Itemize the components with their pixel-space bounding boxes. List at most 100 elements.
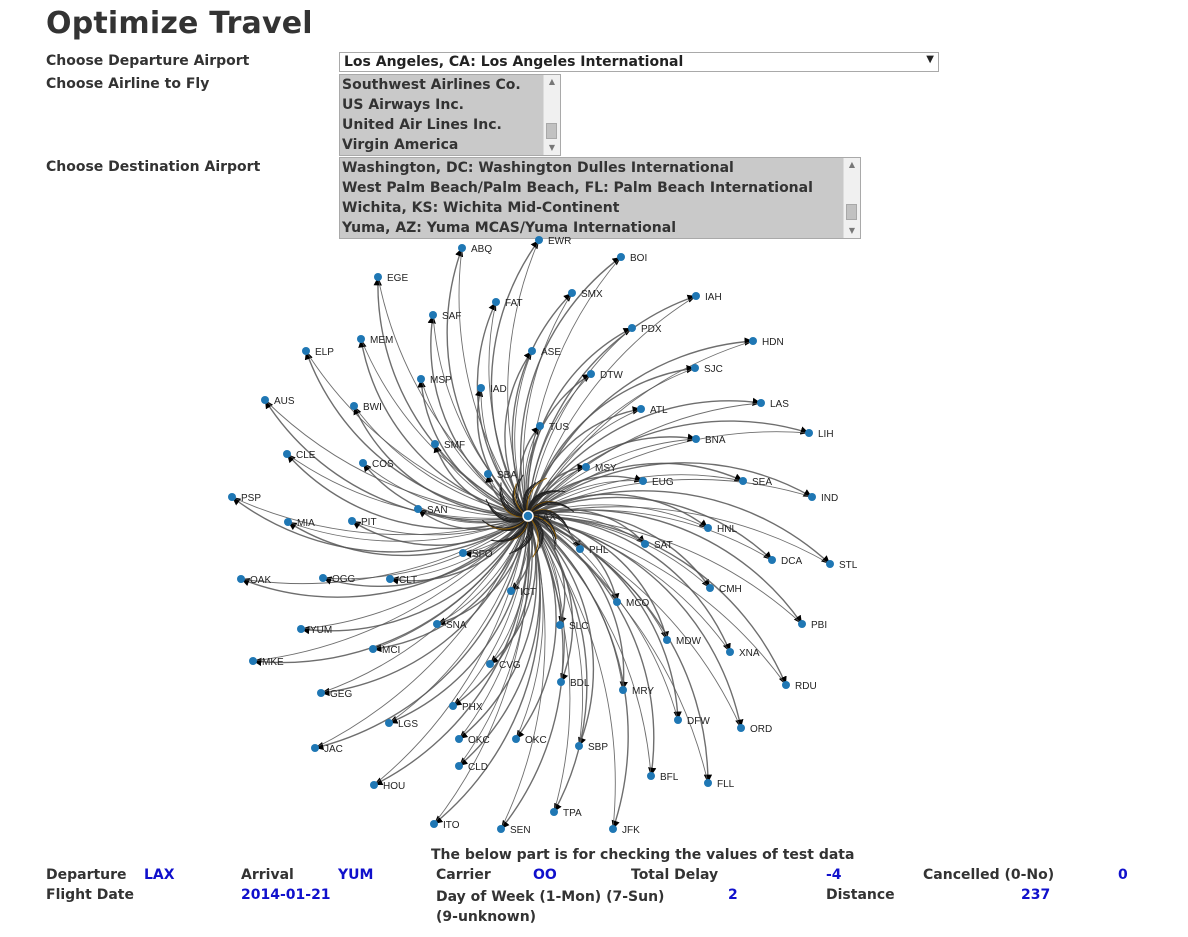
airport-node[interactable]	[484, 470, 492, 478]
airline-option[interactable]: United Air Lines Inc.	[340, 115, 560, 135]
airport-node[interactable]	[639, 477, 647, 485]
airport-node[interactable]	[641, 540, 649, 548]
airport-node[interactable]	[370, 781, 378, 789]
airline-listbox[interactable]: Southwest Airlines Co. US Airways Inc. U…	[339, 74, 561, 156]
airport-node[interactable]	[674, 716, 682, 724]
airport-node[interactable]	[477, 384, 485, 392]
airline-option[interactable]: US Airways Inc.	[340, 95, 560, 115]
airport-node[interactable]	[637, 405, 645, 413]
dropdown-arrow-icon[interactable]: ▼	[926, 54, 934, 65]
airport-node[interactable]	[385, 719, 393, 727]
airport-node[interactable]	[536, 422, 544, 430]
airport-node[interactable]	[587, 370, 595, 378]
airport-node[interactable]	[826, 560, 834, 568]
airport-node[interactable]	[319, 574, 327, 582]
airport-node[interactable]	[311, 744, 319, 752]
airport-node[interactable]	[757, 399, 765, 407]
airport-node[interactable]	[692, 435, 700, 443]
departure-select[interactable]: Los Angeles, CA: Los Angeles Internation…	[339, 52, 939, 72]
scroll-thumb[interactable]	[546, 123, 557, 139]
airport-node[interactable]	[497, 825, 505, 833]
airport-node[interactable]	[455, 762, 463, 770]
airport-node[interactable]	[739, 477, 747, 485]
airport-node[interactable]	[535, 236, 543, 244]
scroll-down-icon[interactable]: ▼	[544, 141, 560, 155]
scroll-up-icon[interactable]: ▲	[544, 75, 560, 89]
airport-node[interactable]	[492, 298, 500, 306]
airport-node-label: MSP	[430, 375, 452, 386]
airport-node[interactable]	[613, 598, 621, 606]
airport-node[interactable]	[374, 273, 382, 281]
airport-node[interactable]	[749, 337, 757, 345]
airport-node[interactable]	[782, 681, 790, 689]
airport-node[interactable]	[550, 808, 558, 816]
airport-node[interactable]	[350, 402, 358, 410]
airport-node[interactable]	[582, 463, 590, 471]
airport-node[interactable]	[283, 450, 291, 458]
hub-node[interactable]	[522, 510, 534, 522]
airport-node[interactable]	[557, 678, 565, 686]
airport-node[interactable]	[297, 625, 305, 633]
airport-node[interactable]	[528, 347, 536, 355]
airport-node[interactable]	[628, 324, 636, 332]
airport-node[interactable]	[575, 742, 583, 750]
airport-node[interactable]	[704, 524, 712, 532]
airport-node[interactable]	[455, 735, 463, 743]
destination-listbox[interactable]: Washington, DC: Washington Dulles Intern…	[339, 157, 861, 239]
airport-node[interactable]	[261, 396, 269, 404]
airport-node[interactable]	[704, 779, 712, 787]
airport-node[interactable]	[486, 660, 494, 668]
airport-node[interactable]	[768, 556, 776, 564]
airport-node[interactable]	[619, 686, 627, 694]
airport-node[interactable]	[228, 493, 236, 501]
airport-node[interactable]	[808, 493, 816, 501]
airport-node[interactable]	[663, 636, 671, 644]
airport-node[interactable]	[449, 702, 457, 710]
route-network-graph[interactable]: EWR ABQ BOI EGE IAH FAT SMX SAF PDX HDN MEM ELP ASE S…	[200, 230, 900, 842]
airport-node[interactable]	[357, 335, 365, 343]
airport-node[interactable]	[691, 364, 699, 372]
airport-node[interactable]	[568, 289, 576, 297]
airport-node[interactable]	[430, 820, 438, 828]
airport-node[interactable]	[433, 620, 441, 628]
airport-node[interactable]	[431, 440, 439, 448]
airport-node[interactable]	[429, 311, 437, 319]
airport-node[interactable]	[805, 429, 813, 437]
airport-node[interactable]	[617, 253, 625, 261]
airport-node[interactable]	[417, 375, 425, 383]
destination-option[interactable]: Washington, DC: Washington Dulles Intern…	[340, 158, 860, 178]
airport-node[interactable]	[369, 645, 377, 653]
airport-node[interactable]	[284, 518, 292, 526]
airport-node[interactable]	[359, 459, 367, 467]
airport-node[interactable]	[706, 584, 714, 592]
airport-node[interactable]	[507, 587, 515, 595]
airport-node[interactable]	[317, 689, 325, 697]
airport-node[interactable]	[576, 545, 584, 553]
airport-node-label: SMX	[581, 289, 603, 300]
airport-node[interactable]	[556, 621, 564, 629]
destination-scrollbar[interactable]: ▲ ▼	[843, 158, 860, 238]
airport-node[interactable]	[609, 825, 617, 833]
airport-node[interactable]	[512, 735, 520, 743]
airport-node[interactable]	[386, 575, 394, 583]
airport-node[interactable]	[348, 517, 356, 525]
airport-node[interactable]	[647, 772, 655, 780]
scroll-up-icon[interactable]: ▲	[844, 158, 860, 172]
airport-node[interactable]	[726, 648, 734, 656]
airport-node[interactable]	[692, 292, 700, 300]
airport-node[interactable]	[737, 724, 745, 732]
airport-node[interactable]	[237, 575, 245, 583]
destination-option[interactable]: West Palm Beach/Palm Beach, FL: Palm Bea…	[340, 178, 860, 198]
destination-option[interactable]: Wichita, KS: Wichita Mid-Continent	[340, 198, 860, 218]
airline-scrollbar[interactable]: ▲ ▼	[543, 75, 560, 155]
airport-node[interactable]	[798, 620, 806, 628]
test-data-note: The below part is for checking the value…	[431, 847, 855, 863]
airline-option[interactable]: Virgin America	[340, 135, 560, 155]
airport-node[interactable]	[249, 657, 257, 665]
airport-node[interactable]	[458, 244, 466, 252]
airport-node[interactable]	[302, 347, 310, 355]
scroll-thumb[interactable]	[846, 204, 857, 220]
airport-node[interactable]	[414, 505, 422, 513]
airline-option[interactable]: Southwest Airlines Co.	[340, 75, 560, 95]
airport-node[interactable]	[459, 549, 467, 557]
